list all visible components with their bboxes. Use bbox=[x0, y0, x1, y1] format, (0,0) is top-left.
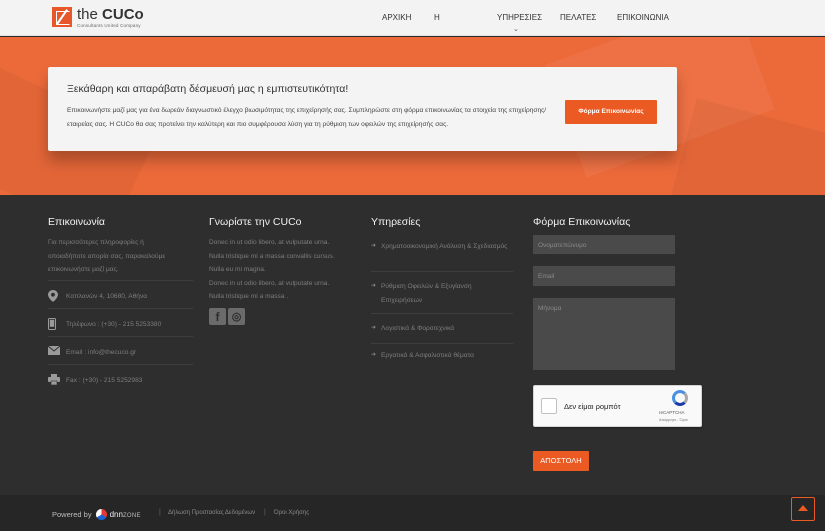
recaptcha-icon bbox=[672, 390, 688, 406]
arrow-right-icon: ➜ bbox=[371, 352, 377, 358]
logo-text: the CUCo Consultants United Company bbox=[77, 7, 144, 28]
form-title: Φόρμα Επικοινωνίας bbox=[533, 216, 631, 228]
nav-contact[interactable]: ΕΠΙΚΟΙΝΩΝΙΑ bbox=[617, 0, 669, 36]
hero-decoration bbox=[668, 98, 825, 195]
service-item[interactable]: ➜ Ρύθμιση Οφειλών & Εξυγίανση Επιχειρήσε… bbox=[371, 280, 513, 314]
contact-fax: Fax : (+30) - 215 5252983 bbox=[66, 377, 143, 384]
services-title: Υπηρεσίες bbox=[371, 216, 421, 228]
service-item-label: Χρηματοοικονομική Ανάλυση & Σχεδιασμός bbox=[381, 243, 508, 250]
message-textarea[interactable]: Μήνυμα bbox=[533, 298, 675, 370]
contact-email[interactable]: Email : info@thecuco.gr bbox=[66, 346, 136, 360]
contact-title: Επικοινωνία bbox=[48, 216, 105, 228]
service-item-label: Ρύθμιση Οφειλών & Εξυγίανση Επιχειρήσεων bbox=[381, 283, 472, 304]
separator: | bbox=[159, 509, 161, 516]
logo-subtitle: Consultants United Company bbox=[77, 23, 141, 28]
hero-banner: Ξεκάθαρη και απαράβατη δέσμευσή μας η εμ… bbox=[0, 37, 825, 195]
nav-home[interactable]: ΑΡΧΙΚΗ bbox=[382, 0, 411, 36]
dnn-logo-icon bbox=[95, 509, 107, 520]
site-footer: Επικοινωνία Για περισσότερες πληροφορίες… bbox=[0, 195, 825, 495]
contact-form-button[interactable]: Φόρμα Επικοινωνίας bbox=[565, 100, 657, 124]
recaptcha-links[interactable]: Απόρρητο - Όροι bbox=[659, 418, 688, 422]
submit-button[interactable]: ΑΠΟΣΤΟΛΗ bbox=[533, 451, 589, 471]
logo-mark-icon bbox=[52, 7, 72, 27]
nav-clients[interactable]: ΠΕΛΑΤΕΣ bbox=[560, 0, 596, 36]
site-header: the CUCo Consultants United Company ΑΡΧΙ… bbox=[0, 0, 825, 58]
contact-fax-row: Fax : (+30) - 215 5252983 bbox=[48, 364, 193, 392]
cta-title: Ξεκάθαρη και απαράβατη δέσμευσή μας η εμ… bbox=[67, 83, 349, 95]
nav-company[interactable]: Η ΕΤΑΙΡΕΙΑ bbox=[434, 0, 469, 58]
dnn-zone-link[interactable]: dnnZONE bbox=[110, 510, 141, 519]
about-title: Γνωρίστε την CUCo bbox=[209, 216, 302, 228]
arrow-right-icon: ➜ bbox=[371, 283, 377, 289]
terms-link[interactable]: Όροι Χρήσης bbox=[274, 510, 309, 516]
recaptcha-checkbox[interactable] bbox=[541, 398, 557, 414]
powered-by-label: Powered by bbox=[52, 510, 92, 519]
recaptcha-label: Δεν είμαι ρομπότ bbox=[564, 402, 621, 411]
about-line: Nulla eu mi magna. bbox=[209, 266, 266, 273]
about-line: Donec in ut odio libero, at vulputate ur… bbox=[209, 279, 330, 287]
contact-phone[interactable]: Τηλέφωνο : (+30) - 215 5253380 bbox=[66, 318, 161, 332]
contact-address-row: Καπλανών 4, 10680, Αθήνα bbox=[48, 280, 193, 308]
service-item[interactable]: ➜ Χρηματοοικονομική Ανάλυση & Σχεδιασμός bbox=[371, 240, 513, 272]
separator: | bbox=[264, 509, 266, 516]
location-icon bbox=[48, 290, 60, 302]
service-item-label: Λογιστικά & Φοροτεχνικά bbox=[381, 325, 455, 332]
about-line: Nulla tristique mi a massa . bbox=[209, 293, 289, 300]
facebook-icon[interactable]: f bbox=[209, 308, 226, 325]
phone-icon bbox=[48, 318, 60, 330]
arrow-right-icon: ➜ bbox=[371, 243, 377, 249]
logo-title-light: the bbox=[77, 6, 103, 23]
back-to-top-button[interactable] bbox=[791, 497, 815, 521]
about-line: Nulla tristique mi a massa convallis cur… bbox=[209, 252, 335, 260]
bottom-bar: Powered by dnnZONE | Δήλωση Προστασίας Δ… bbox=[0, 495, 825, 531]
contact-email-row: Email : info@thecuco.gr bbox=[47, 336, 193, 364]
email-input[interactable]: Email bbox=[533, 266, 675, 286]
logo-title-bold: CUCo bbox=[102, 6, 144, 23]
privacy-link[interactable]: Δήλωση Προστασίας Δεδομένων bbox=[168, 510, 255, 516]
about-text: Donec in ut odio libero, at vulputate ur… bbox=[209, 236, 369, 304]
about-line: Donec in ut odio libero, at vulputate ur… bbox=[209, 239, 330, 246]
chevron-down-icon[interactable]: ⌄ bbox=[513, 26, 519, 33]
logo-title: the CUCo bbox=[77, 7, 144, 22]
cta-text: Επικοινωνήστε μαζί μας για ένα δωρεάν δι… bbox=[67, 107, 547, 128]
contact-intro: Για περισσότερες πληροφορίες ή οποιαδήπο… bbox=[48, 239, 166, 273]
recaptcha-brand: reCAPTCHA bbox=[659, 410, 685, 415]
powered-by: Powered by dnnZONE bbox=[52, 509, 141, 520]
mail-icon bbox=[47, 345, 61, 357]
dnn-label: dnn bbox=[109, 510, 123, 519]
contact-address: Καπλανών 4, 10680, Αθήνα bbox=[66, 293, 148, 300]
nav-services[interactable]: ΥΠΗΡΕΣΙΕΣ bbox=[497, 0, 542, 36]
cta-box: Ξεκάθαρη και απαράβατη δέσμευσή μας η εμ… bbox=[48, 67, 677, 151]
recaptcha-widget: Δεν είμαι ρομπότ reCAPTCHA Απόρρητο - Όρ… bbox=[533, 385, 702, 427]
service-item-label: Εργατικά & Ασφαλιστικά θέματα bbox=[381, 352, 474, 359]
name-input[interactable]: Ονοματεπώνυμο bbox=[533, 235, 675, 254]
instagram-icon[interactable]: ◎ bbox=[228, 308, 245, 325]
contact-phone-row: Τηλέφωνο : (+30) - 215 5253380 bbox=[48, 308, 193, 336]
service-item[interactable]: ➜ Εργατικά & Ασφαλιστικά θέματα bbox=[371, 349, 513, 371]
fax-icon bbox=[48, 374, 60, 386]
service-item[interactable]: ➜ Λογιστικά & Φοροτεχνικά bbox=[371, 322, 513, 344]
arrow-right-icon: ➜ bbox=[371, 325, 377, 331]
dnn-zone-label: ZONE bbox=[122, 513, 141, 519]
site-logo[interactable]: the CUCo Consultants United Company bbox=[52, 7, 144, 28]
